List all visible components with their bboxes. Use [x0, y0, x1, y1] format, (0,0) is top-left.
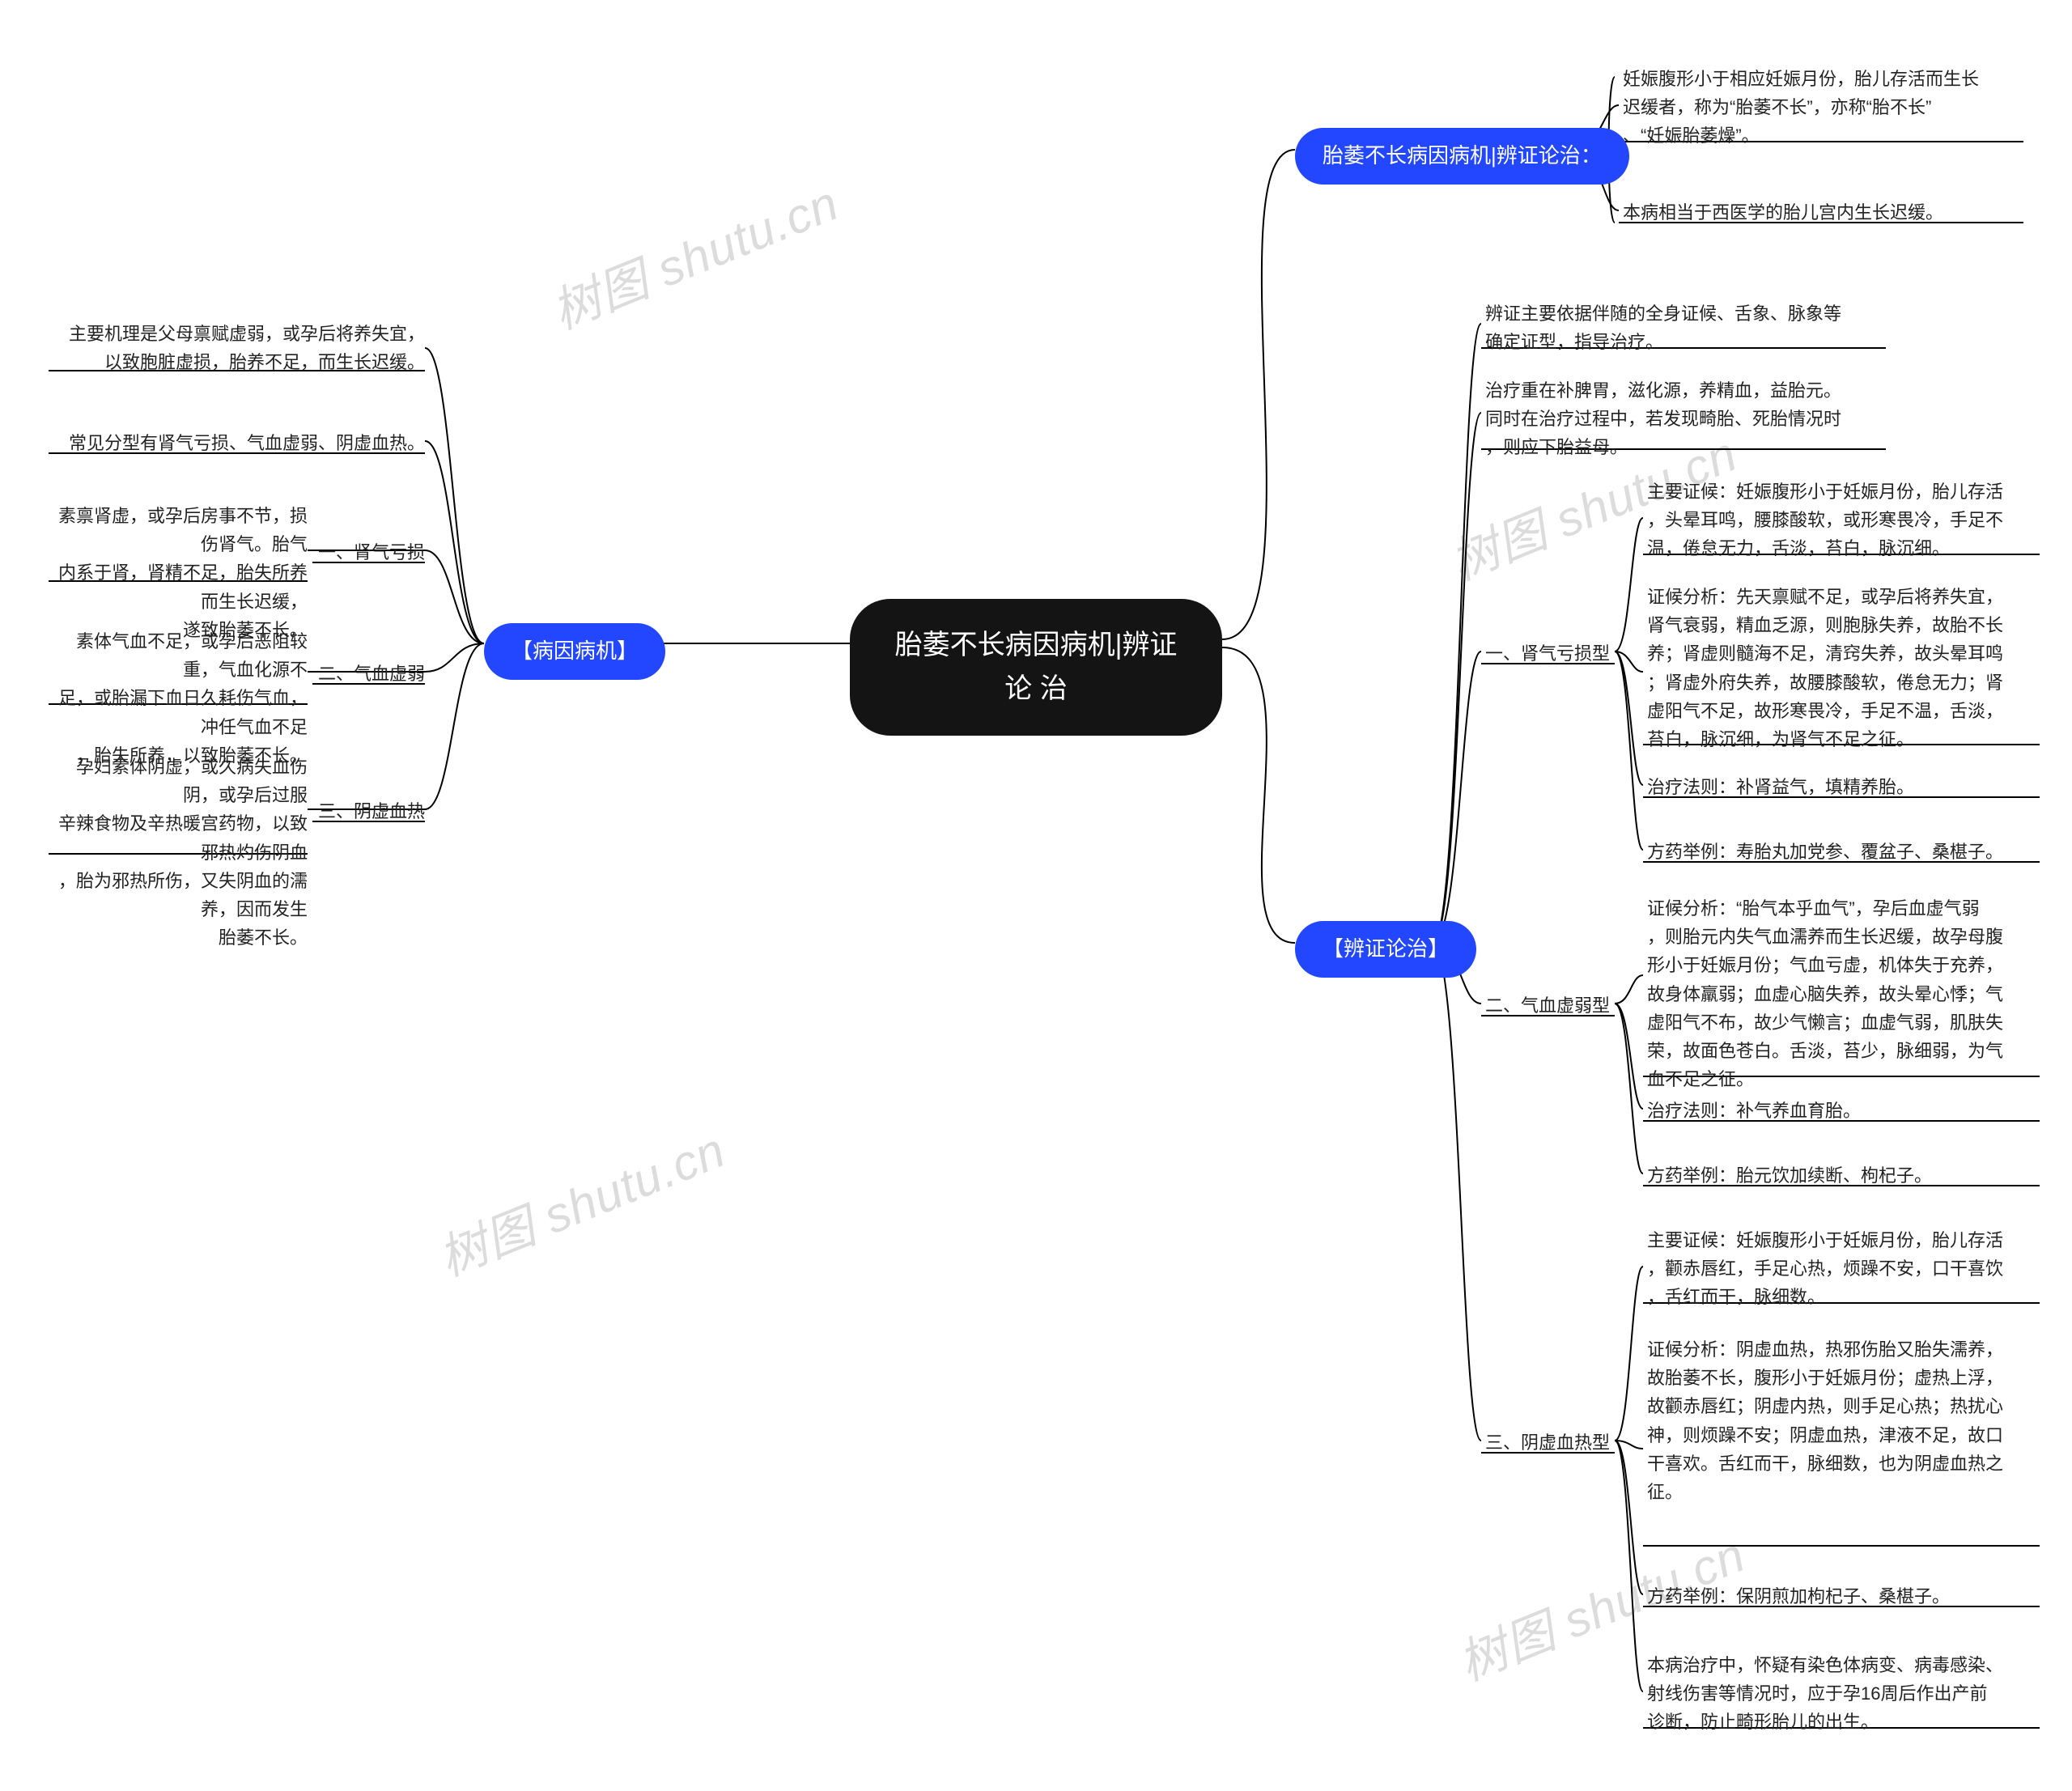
type3-tag: 三、阴虚血热型: [1485, 1428, 1619, 1457]
left-leaf-3: 素体气血不足，或孕后恶阻较重，气血化源不 足，或胎漏下血日久耗伤气血，冲任气血不…: [49, 627, 308, 770]
type2-tag: 二、气血虚弱型: [1485, 991, 1619, 1020]
right-intro-0: 辨证主要依据伴随的全身证候、舌象、脉象等 确定证型，指导治疗。: [1485, 299, 1890, 356]
type2-item-1: 治疗法则：补气养血育胎。: [1647, 1097, 2044, 1125]
left-tag-4: 三、阴虚血热: [312, 797, 425, 825]
left-branch-pill[interactable]: 【病因病机】: [484, 623, 665, 680]
right-main-pill[interactable]: 【辨证论治】: [1295, 921, 1476, 978]
type3-item-2: 方药举例：保阴煎加枸杞子、桑椹子。: [1647, 1582, 2044, 1611]
left-leaf-2: 素禀肾虚，或孕后房事不节，损伤肾气。胎气 内系于肾，肾精不足，胎失所养而生长迟缓…: [49, 502, 308, 644]
right-top-leaf-1: 本病相当于西医学的胎儿宫内生长迟缓。: [1623, 198, 2027, 227]
watermark: 树图 shutu.cn: [427, 1111, 734, 1290]
type2-item-0: 证候分析：“胎气本乎血气”，孕后血虚气弱 ，则胎元内失气血濡养而生长迟缓，故孕母…: [1647, 894, 2044, 1093]
type1-item-0: 主要证候：妊娠腹形小于妊娠月份，胎儿存活 ，头晕耳鸣，腰膝酸软，或形寒畏冷，手足…: [1647, 477, 2044, 563]
right-top-pill[interactable]: 胎萎不长病因病机|辨证论治：: [1295, 128, 1629, 185]
type1-item-1: 证候分析：先天禀赋不足，或孕后将养失宜， 肾气衰弱，精血乏源，则胞脉失养，故胎不…: [1647, 583, 2044, 753]
left-leaf-0: 主要机理是父母禀赋虚弱，或孕后将养失宜， 以致胞脏虚损，胎养不足，而生长迟缓。: [49, 320, 425, 376]
type3-item-3: 本病治疗中，怀疑有染色体病变、病毒感染、 射线伤害等情况时，应于孕16周后作出产…: [1647, 1651, 2044, 1737]
watermark: 树图 shutu.cn: [540, 164, 847, 343]
right-top-leaf-0: 妊娠腹形小于相应妊娠月份，胎儿存活而生长 迟缓者，称为“胎萎不长”，亦称“胎不长…: [1623, 65, 2027, 151]
type1-item-2: 治疗法则：补肾益气，填精养胎。: [1647, 773, 2044, 801]
type2-item-2: 方药举例：胎元饮加续断、枸杞子。: [1647, 1161, 2044, 1190]
root-node[interactable]: 胎萎不长病因病机|辨证论 治: [850, 599, 1222, 736]
right-intro-1: 治疗重在补脾胃，滋化源，养精血，益胎元。 同时在治疗过程中，若发现畸胎、死胎情况…: [1485, 376, 1890, 462]
type3-item-1: 证候分析：阴虚血热，热邪伤胎又胎失濡养， 故胎萎不长，腹形小于妊娠月份；虚热上浮…: [1647, 1335, 2044, 1506]
type3-item-0: 主要证候：妊娠腹形小于妊娠月份，胎儿存活 ，颧赤唇红，手足心热，烦躁不安，口干喜…: [1647, 1226, 2044, 1312]
left-tag-3: 二、气血虚弱: [312, 660, 425, 688]
type1-item-3: 方药举例：寿胎丸加党参、覆盆子、桑椹子。: [1647, 838, 2044, 866]
left-leaf-1: 常见分型有肾气亏损、气血虚弱、阴虚血热。: [49, 429, 425, 457]
type1-tag: 一、肾气亏损型: [1485, 639, 1619, 668]
left-leaf-4: 孕妇素体阴虚，或久病失血伤阴，或孕后过服 辛辣食物及辛热暖宫药物，以致邪热灼伤阴…: [49, 753, 308, 952]
left-tag-2: 一、肾气亏损: [312, 538, 425, 567]
